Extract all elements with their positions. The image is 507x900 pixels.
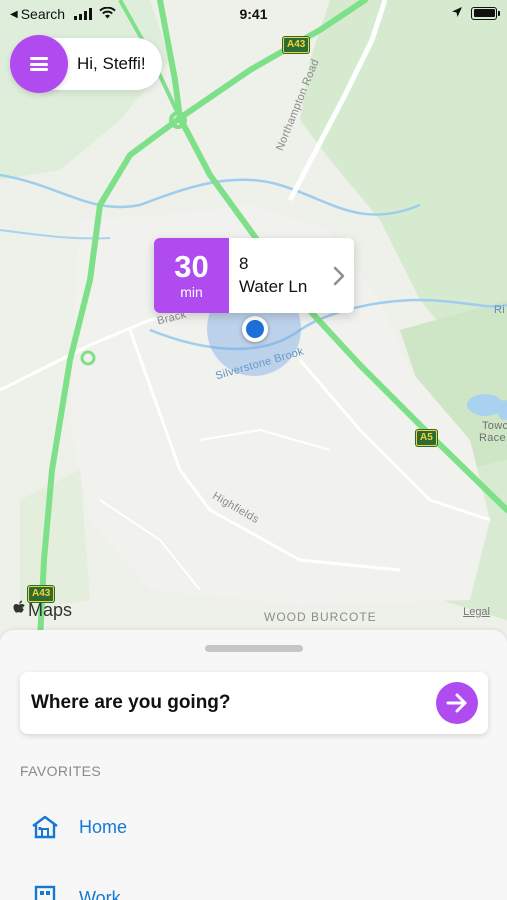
favorite-home-label: Home xyxy=(79,816,128,837)
destination-callout[interactable]: 30 min 8 Water Ln xyxy=(154,238,354,313)
apple-logo-icon xyxy=(13,600,27,621)
chevron-right-icon[interactable] xyxy=(324,238,354,313)
favorite-work[interactable]: Work xyxy=(30,884,121,900)
status-right xyxy=(451,5,500,21)
current-location-icon[interactable] xyxy=(242,316,268,342)
map-view[interactable]: Northampton Road Silverstone Brook Highf… xyxy=(0,0,507,640)
destination-search-field[interactable]: Where are you going? xyxy=(20,672,488,734)
map-label-towc: Towc xyxy=(482,420,507,432)
favorite-work-label: Work xyxy=(79,887,121,900)
eta-value: 30 xyxy=(174,248,209,284)
location-arrow-icon xyxy=(451,5,463,21)
legal-link[interactable]: Legal xyxy=(463,606,490,618)
menu-button[interactable] xyxy=(10,35,68,93)
destination-address: 8 Water Ln xyxy=(229,238,324,313)
search-placeholder[interactable]: Where are you going? xyxy=(20,692,436,714)
map-label-wood-burcote: WOOD BURCOTE xyxy=(264,610,377,624)
hamburger-menu-icon xyxy=(30,57,48,71)
house-icon xyxy=(30,813,60,841)
status-bar: ◀ Search 9:41 xyxy=(0,0,507,28)
road-shield-a5: A5 xyxy=(416,430,437,446)
status-time: 9:41 xyxy=(239,6,268,22)
sheet-grabber[interactable] xyxy=(205,645,303,652)
go-button[interactable] xyxy=(436,682,478,724)
address-line-2: Water Ln xyxy=(239,277,308,296)
bottom-sheet: Where are you going? FAVORITES Home Work xyxy=(0,630,507,900)
address-line-1: 8 xyxy=(239,254,249,273)
greeting: Hi, Steffi! xyxy=(10,35,162,93)
favorite-home[interactable]: Home xyxy=(30,813,127,841)
road-shield-a43: A43 xyxy=(283,37,310,53)
battery-icon xyxy=(471,6,500,20)
eta-badge: 30 min xyxy=(154,238,229,313)
map-label-ri: Ri xyxy=(494,304,505,316)
maps-attribution: Maps xyxy=(13,600,72,621)
maps-wordmark: Maps xyxy=(28,600,73,620)
building-icon xyxy=(30,884,60,900)
eta-unit: min xyxy=(180,283,203,300)
arrow-right-icon xyxy=(446,693,467,713)
favorites-heading: FAVORITES xyxy=(20,763,102,779)
map-label-race: Race xyxy=(479,432,506,444)
